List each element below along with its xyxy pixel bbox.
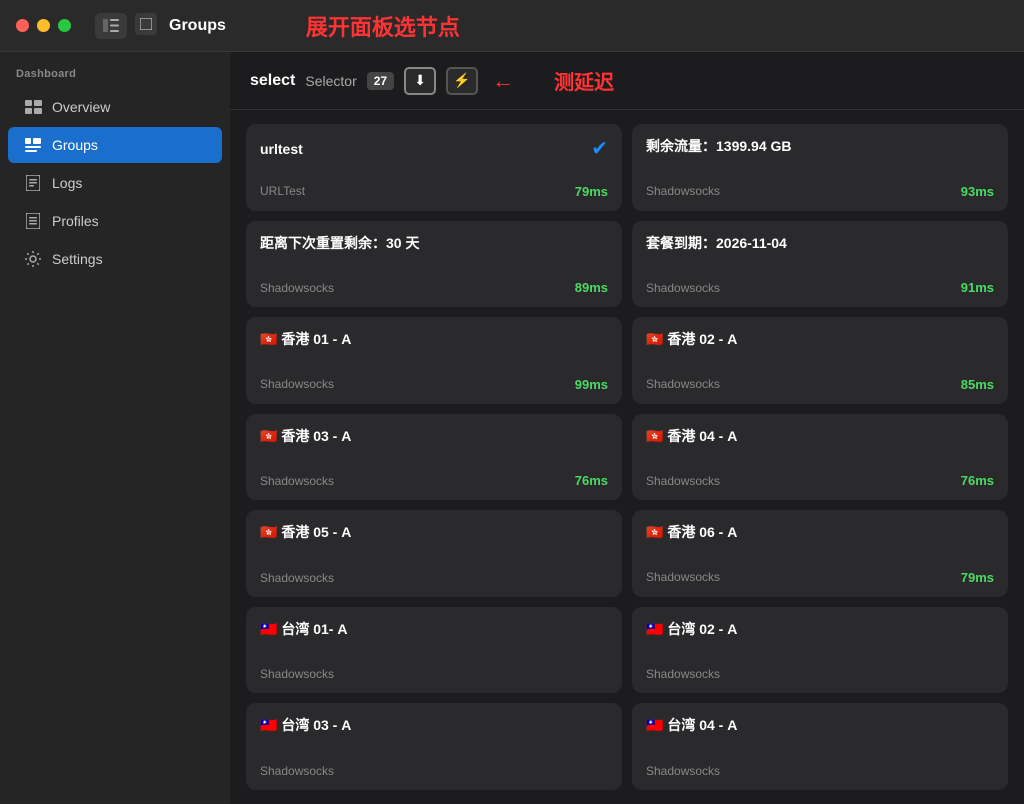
card-latency: 99ms — [575, 377, 608, 392]
view-toggle-button[interactable] — [135, 13, 157, 35]
speed-test-button[interactable]: ⚡ — [446, 67, 478, 95]
close-button[interactable] — [16, 19, 29, 32]
sidebar-item-profiles[interactable]: Profiles — [8, 203, 222, 239]
card-type: Shadowsocks — [646, 184, 720, 198]
card-latency: 91ms — [961, 280, 994, 295]
arrow-left-icon: ← — [492, 68, 514, 94]
card-title: 剩余流量：1399.94 GB — [646, 136, 792, 156]
profiles-icon — [24, 212, 42, 230]
check-icon: ✔ — [591, 136, 608, 161]
toolbar: select Selector 27 ⬇ ⚡ ← 测延迟 — [230, 52, 1024, 110]
card-title: 🇹🇼 台湾 03 - A — [260, 715, 351, 735]
sidebar-item-groups-label: Groups — [52, 137, 98, 153]
annotation-expand: 展开面板选节点 — [306, 10, 460, 42]
maximize-button[interactable] — [58, 19, 71, 32]
list-item[interactable]: 🇹🇼 台湾 01- A Shadowsocks — [246, 607, 622, 694]
sidebar-item-settings-label: Settings — [52, 251, 103, 267]
sidebar-item-settings[interactable]: Settings — [8, 241, 222, 277]
card-title: 套餐到期：2026-11-04 — [646, 233, 787, 253]
sidebar-item-profiles-label: Profiles — [52, 213, 99, 229]
sidebar-section-label: Dashboard — [0, 68, 230, 88]
card-title: 🇭🇰 香港 06 - A — [646, 522, 737, 542]
card-latency: 76ms — [575, 473, 608, 488]
card-title: 🇭🇰 香港 01 - A — [260, 329, 351, 349]
titlebar-title: Groups — [169, 17, 226, 35]
list-item[interactable]: 🇭🇰 香港 03 - A Shadowsocks 76ms — [246, 414, 622, 501]
download-icon: ⬇ — [414, 72, 426, 89]
list-item[interactable]: 剩余流量：1399.94 GB Shadowsocks 93ms — [632, 124, 1008, 211]
list-item[interactable]: 距离下次重置剩余：30 天 Shadowsocks 89ms — [246, 221, 622, 308]
sidebar-item-overview-label: Overview — [52, 99, 110, 115]
card-type: URLTest — [260, 184, 305, 198]
card-title: 🇹🇼 台湾 04 - A — [646, 715, 737, 735]
card-type: Shadowsocks — [260, 571, 334, 585]
card-type: Shadowsocks — [646, 474, 720, 488]
card-type: Shadowsocks — [260, 377, 334, 391]
card-title: 🇹🇼 台湾 02 - A — [646, 619, 737, 639]
card-type: Shadowsocks — [646, 281, 720, 295]
annotation-delay: 测延迟 — [554, 66, 614, 95]
card-title: 🇭🇰 香港 04 - A — [646, 426, 737, 446]
card-latency: 93ms — [961, 184, 994, 199]
card-title: 🇭🇰 香港 03 - A — [260, 426, 351, 446]
card-latency: 79ms — [961, 570, 994, 585]
list-item[interactable]: 🇭🇰 香港 04 - A Shadowsocks 76ms — [632, 414, 1008, 501]
card-title: 距离下次重置剩余：30 天 — [260, 233, 419, 253]
logs-icon — [24, 174, 42, 192]
card-latency: 79ms — [575, 184, 608, 199]
overview-icon — [24, 98, 42, 116]
groups-icon — [24, 136, 42, 154]
sidebar-item-logs[interactable]: Logs — [8, 165, 222, 201]
card-type: Shadowsocks — [260, 667, 334, 681]
sidebar-item-logs-label: Logs — [52, 175, 82, 191]
main-content: select Selector 27 ⬇ ⚡ ← 测延迟 urltest ✔ URL… — [230, 52, 1024, 804]
card-title: 🇹🇼 台湾 01- A — [260, 619, 347, 639]
card-type: Shadowsocks — [260, 764, 334, 778]
select-label: select — [250, 72, 295, 90]
list-item[interactable]: 🇹🇼 台湾 04 - A Shadowsocks — [632, 703, 1008, 790]
cards-grid: urltest ✔ URLTest 79ms 剩余流量：1399.94 GB Shadow… — [230, 110, 1024, 804]
speed-icon: ⚡ — [453, 72, 470, 89]
card-type: Shadowsocks — [646, 377, 720, 391]
titlebar-icons — [95, 13, 157, 39]
card-type: Shadowsocks — [646, 667, 720, 681]
list-item[interactable]: urltest ✔ URLTest 79ms — [246, 124, 622, 211]
settings-icon — [24, 250, 42, 268]
traffic-lights — [16, 19, 71, 32]
titlebar: Groups 展开面板选节点 — [0, 0, 1024, 52]
list-item[interactable]: 🇭🇰 香港 01 - A Shadowsocks 99ms — [246, 317, 622, 404]
list-item[interactable]: 🇹🇼 台湾 02 - A Shadowsocks — [632, 607, 1008, 694]
card-title: urltest — [260, 141, 303, 157]
sidebar: Dashboard Overview Groups — [0, 52, 230, 804]
sidebar-toggle-button[interactable] — [95, 13, 127, 39]
minimize-button[interactable] — [37, 19, 50, 32]
download-sort-button[interactable]: ⬇ — [404, 67, 436, 95]
selector-label: Selector — [305, 73, 356, 89]
list-item[interactable]: 🇭🇰 香港 06 - A Shadowsocks 79ms — [632, 510, 1008, 597]
card-title: 🇭🇰 香港 02 - A — [646, 329, 737, 349]
card-title: 🇭🇰 香港 05 - A — [260, 522, 351, 542]
card-type: Shadowsocks — [260, 474, 334, 488]
card-type: Shadowsocks — [646, 570, 720, 584]
card-type: Shadowsocks — [260, 281, 334, 295]
list-item[interactable]: 🇹🇼 台湾 03 - A Shadowsocks — [246, 703, 622, 790]
sidebar-item-groups[interactable]: Groups — [8, 127, 222, 163]
list-item[interactable]: 🇭🇰 香港 05 - A Shadowsocks — [246, 510, 622, 597]
card-latency: 85ms — [961, 377, 994, 392]
card-type: Shadowsocks — [646, 764, 720, 778]
list-item[interactable]: 套餐到期：2026-11-04 Shadowsocks 91ms — [632, 221, 1008, 308]
list-item[interactable]: 🇭🇰 香港 02 - A Shadowsocks 85ms — [632, 317, 1008, 404]
card-latency: 89ms — [575, 280, 608, 295]
sidebar-item-overview[interactable]: Overview — [8, 89, 222, 125]
card-latency: 76ms — [961, 473, 994, 488]
count-badge: 27 — [367, 72, 394, 90]
